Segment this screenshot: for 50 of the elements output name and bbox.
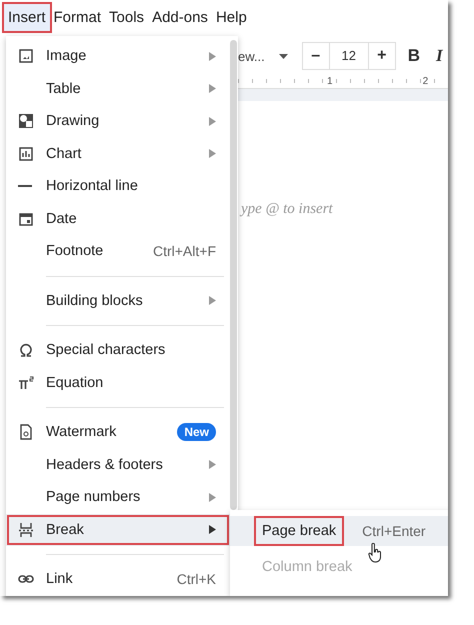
submenu-arrow-icon bbox=[209, 116, 216, 126]
menu-item[interactable]: Link Ctrl+K bbox=[6, 563, 230, 596]
submenu-arrow-icon bbox=[209, 296, 216, 306]
submenu-arrow-icon bbox=[209, 460, 216, 470]
image-icon bbox=[18, 48, 34, 64]
new-badge: New bbox=[177, 423, 216, 442]
bold-button[interactable]: B bbox=[404, 46, 424, 66]
watermark-icon bbox=[18, 424, 34, 440]
submenu-item[interactable]: Page break Ctrl+Enter bbox=[230, 516, 448, 546]
dropdown-caret-icon[interactable] bbox=[278, 54, 288, 58]
ruler-number: 1 bbox=[326, 76, 334, 86]
page-break-icon bbox=[18, 522, 34, 538]
ruler-number: 2 bbox=[422, 76, 430, 86]
menu-bar-item[interactable]: Help bbox=[212, 4, 251, 30]
decrease-font-size-button[interactable]: – bbox=[302, 43, 329, 69]
menu-bar-item[interactable]: Insert bbox=[4, 4, 50, 30]
calendar-icon bbox=[18, 210, 34, 227]
scrollbar-thumb[interactable] bbox=[230, 40, 237, 510]
menu-item[interactable]: Footnote Ctrl+Alt+F bbox=[6, 235, 230, 268]
menu-bar-item[interactable]: Tools bbox=[105, 4, 148, 30]
menu-bar-item[interactable]: Format bbox=[50, 4, 106, 30]
increase-font-size-button[interactable]: + bbox=[368, 43, 395, 69]
omega-icon bbox=[18, 342, 34, 358]
chart-icon bbox=[18, 146, 34, 162]
pi-squared-icon bbox=[18, 374, 34, 391]
submenu-arrow-icon bbox=[209, 525, 216, 534]
menu-item[interactable]: Special characters bbox=[6, 334, 230, 366]
horizontal-line-icon bbox=[18, 185, 32, 188]
italic-button[interactable]: I bbox=[432, 46, 447, 66]
submenu-arrow-icon bbox=[209, 149, 216, 158]
font-name-dropdown[interactable]: ew... bbox=[238, 48, 265, 64]
submenu-arrow-icon bbox=[209, 84, 216, 94]
hand-cursor-icon bbox=[368, 543, 382, 563]
menu-item[interactable]: Horizontal line bbox=[6, 170, 230, 202]
menu-item[interactable]: Date bbox=[6, 202, 230, 235]
menu-bar-item[interactable]: Add-ons bbox=[148, 4, 212, 30]
menu-item[interactable]: Page numbers bbox=[6, 481, 230, 514]
drawing-icon bbox=[18, 113, 34, 130]
menu-item[interactable]: Drawing bbox=[6, 105, 230, 138]
menu-item[interactable]: Equation bbox=[6, 366, 230, 399]
submenu-arrow-icon bbox=[209, 492, 216, 502]
menu-item[interactable]: Image bbox=[6, 40, 230, 72]
menu-item[interactable]: Chart bbox=[6, 138, 230, 170]
menu-item[interactable]: Building blocks bbox=[6, 284, 230, 317]
menu-item[interactable]: Watermark New bbox=[6, 416, 230, 448]
submenu-arrow-icon bbox=[209, 52, 216, 61]
menu-item[interactable]: Table bbox=[6, 72, 230, 105]
font-size-field[interactable]: 12 bbox=[328, 43, 369, 69]
menu-item[interactable]: Break bbox=[6, 514, 230, 546]
menu-item[interactable]: Headers & footers bbox=[6, 448, 230, 481]
